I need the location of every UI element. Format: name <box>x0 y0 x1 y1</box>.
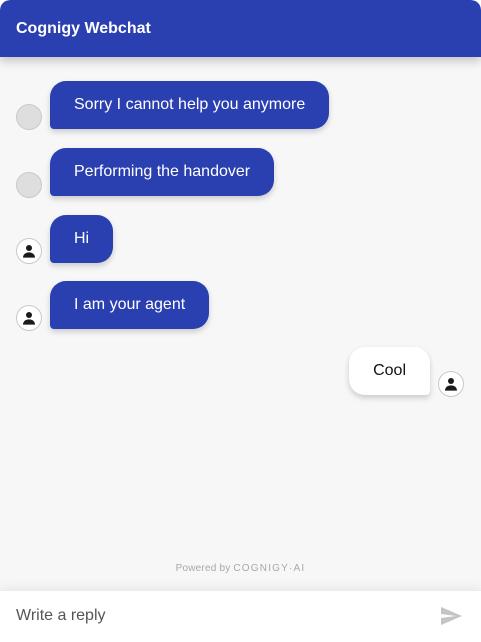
send-button[interactable] <box>437 604 465 628</box>
bot-avatar <box>16 104 42 130</box>
agent-avatar <box>16 238 42 264</box>
person-icon <box>23 245 35 258</box>
powered-by-branding: Powered by COGNIGY·AI <box>0 563 481 574</box>
reply-input[interactable] <box>0 591 420 641</box>
agent-avatar <box>16 305 42 331</box>
powered-by-label: Powered by <box>175 563 231 574</box>
bot-message-bubble: Performing the handover <box>50 148 275 196</box>
agent-message-bubble: Hi <box>50 215 114 263</box>
input-bar <box>0 590 481 642</box>
chat-header: Cognigy Webchat <box>0 0 481 57</box>
agent-message-bubble: I am your agent <box>50 281 210 329</box>
person-icon <box>23 312 35 325</box>
bot-avatar <box>16 172 42 198</box>
webchat-window: Cognigy Webchat Sorry I cannot help you … <box>0 0 481 642</box>
user-message-bubble: Cool <box>349 347 430 395</box>
bot-message-bubble: Sorry I cannot help you anymore <box>50 81 330 129</box>
header-title: Cognigy Webchat <box>16 20 151 37</box>
person-icon <box>445 378 457 391</box>
send-icon <box>441 607 462 625</box>
brand-logo-text: COGNIGY·AI <box>233 563 306 574</box>
user-avatar <box>438 371 464 397</box>
chat-history[interactable]: Sorry I cannot help you anymore Performi… <box>0 57 481 590</box>
